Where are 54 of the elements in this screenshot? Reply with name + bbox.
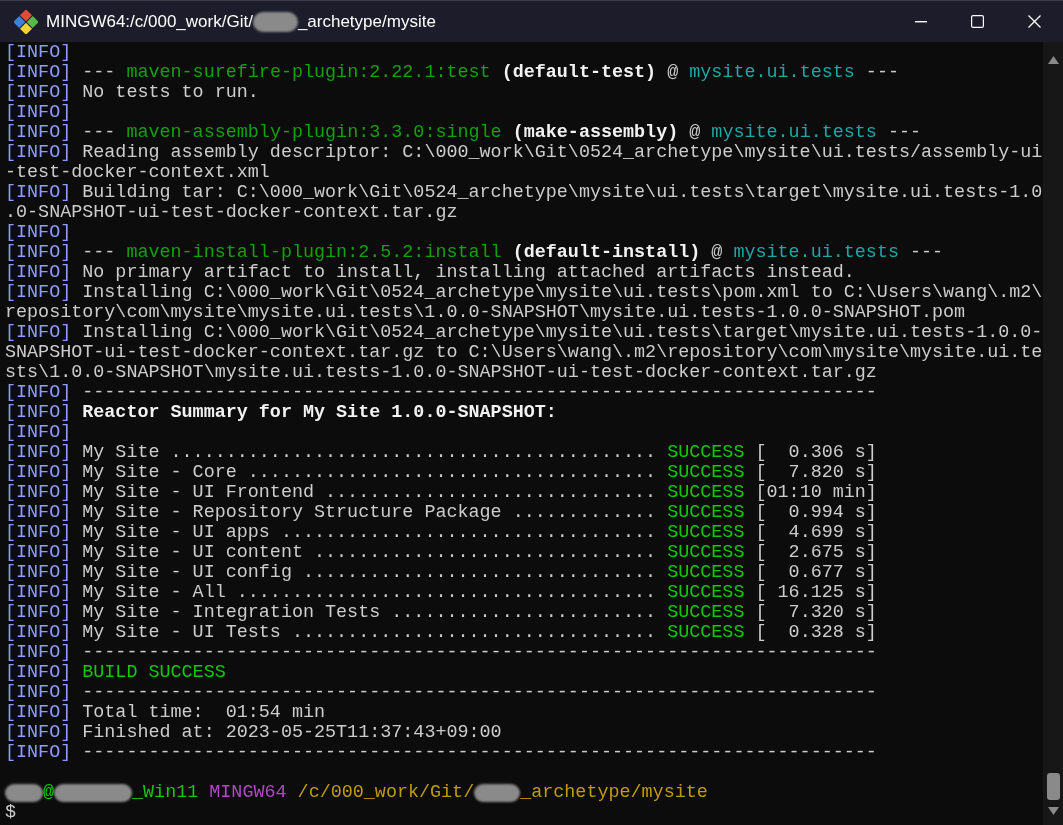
log-line: [INFO] No primary artifact to install, installing attached artifacts instead. bbox=[5, 263, 856, 283]
log-line: [INFO] ------------------------------------------------------------------------ bbox=[5, 383, 878, 403]
log-line: [INFO] Reactor Summary for My Site 1.0.0-SNAPSHOT: bbox=[5, 403, 558, 423]
log-line: [INFO] Building tar: C:\000_work\Git\0524_archetype\mysite\ui.tests\target\mysite.ui.tests-1.0 bbox=[5, 183, 1043, 203]
log-line: [INFO] My Site - UI content ............................... SUCCESS [ 2.675 s] bbox=[5, 543, 878, 563]
log-line: repository\com\mysite\mysite.ui.tests\1.0.0-SNAPSHOT\mysite.ui.tests-1.0.0-SNAPSHOT.pom bbox=[5, 303, 967, 323]
command-input[interactable]: $ bbox=[5, 803, 1043, 823]
redaction-blur bbox=[252, 11, 298, 32]
prompt-text: _archetype/mysite bbox=[520, 783, 708, 803]
log-line: [INFO] My Site - UI Frontend .............................. SUCCESS [01:10 min] bbox=[5, 483, 878, 503]
minimize-icon bbox=[914, 20, 927, 23]
git-logo-icon bbox=[14, 9, 38, 34]
log-line: [INFO] ------------------------------------------------------------------------ bbox=[5, 743, 878, 763]
log-line: [INFO] My Site - UI config ................................ SUCCESS [ 0.677 s] bbox=[5, 563, 878, 583]
log-line: [INFO] Finished at: 2023-05-25T11:37:43+09:00 bbox=[5, 723, 503, 743]
scrollbar-thumb[interactable] bbox=[1046, 773, 1060, 800]
log-line: [INFO] My Site - UI Tests ................................. SUCCESS [ 0.328 s] bbox=[5, 623, 878, 643]
prompt-text: _Win11 bbox=[132, 783, 199, 803]
redaction-blur bbox=[5, 784, 43, 802]
log-line: [INFO] ------------------------------------------------------------------------ bbox=[5, 683, 878, 703]
prompt-text: MINGW64 bbox=[208, 783, 287, 803]
log-line: [INFO] My Site - UI apps .................................. SUCCESS [ 4.699 s] bbox=[5, 523, 878, 543]
log-line: [INFO] bbox=[5, 223, 73, 243]
log-line: sts\1.0.0-SNAPSHOT\mysite.ui.tests-1.0.0-SNAPSHOT-ui-test-docker-context.tar.gz bbox=[5, 363, 878, 383]
log-line: SNAPSHOT-ui-test-docker-context.tar.gz to C:\Users\wang\.m2\repository\com\mysite\mysite.ui.te bbox=[5, 343, 1043, 363]
log-line: [INFO] --- maven-surefire-plugin:2.22.1:test (default-test) @ mysite.ui.tests --- bbox=[5, 63, 900, 83]
prompt-text: /c/000_work/Git/ bbox=[296, 783, 475, 803]
log-line: [INFO] bbox=[5, 103, 73, 123]
window-title: MINGW64:/c/000_work/Git/ bbox=[46, 11, 253, 32]
maximize-icon bbox=[971, 15, 984, 28]
prompt-text: @ bbox=[43, 783, 55, 803]
log-line: [INFO] Reading assembly descriptor: C:\000_work\Git\0524_archetype\mysite\ui.tests/assembly-ui bbox=[5, 143, 1043, 163]
scroll-up-icon[interactable] bbox=[1047, 56, 1059, 64]
log-line: [INFO] Installing C:\000_work\Git\0524_archetype\mysite\ui.tests\target\mysite.ui.tests-1.0.0- bbox=[5, 323, 1043, 343]
log-line: [INFO] My Site - Core ..................................... SUCCESS [ 7.820 s] bbox=[5, 463, 878, 483]
log-line: [INFO] Total time: 01:54 min bbox=[5, 703, 327, 723]
close-icon bbox=[1028, 15, 1041, 28]
log-line: .0-SNAPSHOT-ui-test-docker-context.tar.gz bbox=[5, 203, 459, 223]
window-title: _archetype/mysite bbox=[297, 11, 436, 32]
log-line: [INFO] My Site - Repository Structure Package ............. SUCCESS [ 0.994 s] bbox=[5, 503, 878, 523]
log-line: [INFO] No tests to run. bbox=[5, 83, 260, 103]
log-line: [INFO] Installing C:\000_work\Git\0524_archetype\mysite\ui.tests\pom.xml to C:\Users\wang\.m2\ bbox=[5, 283, 1043, 303]
log-line: -test-docker-context.xml bbox=[5, 163, 271, 183]
log-line: [INFO] --- maven-assembly-plugin:3.3.0:single (make-assembly) @ mysite.ui.tests --- bbox=[5, 123, 923, 143]
log-line: [INFO] My Site - Integration Tests ........................ SUCCESS [ 7.320 s] bbox=[5, 603, 878, 623]
log-line: [INFO] BUILD SUCCESS bbox=[5, 663, 227, 683]
log-line: [INFO] bbox=[5, 423, 73, 443]
log-line: [INFO] My Site ............................................ SUCCESS [ 0.306 s] bbox=[5, 443, 878, 463]
log-line: [INFO] bbox=[5, 43, 73, 63]
log-line: [INFO] --- maven-install-plugin:2.5.2:install (default-install) @ mysite.ui.tests --- bbox=[5, 243, 945, 263]
redaction-blur bbox=[474, 784, 521, 802]
scroll-down-icon[interactable] bbox=[1047, 807, 1059, 815]
log-line: [INFO] ------------------------------------------------------------------------ bbox=[5, 643, 878, 663]
log-line: [INFO] My Site - All ...................................... SUCCESS [ 16.125 s] bbox=[5, 583, 878, 603]
